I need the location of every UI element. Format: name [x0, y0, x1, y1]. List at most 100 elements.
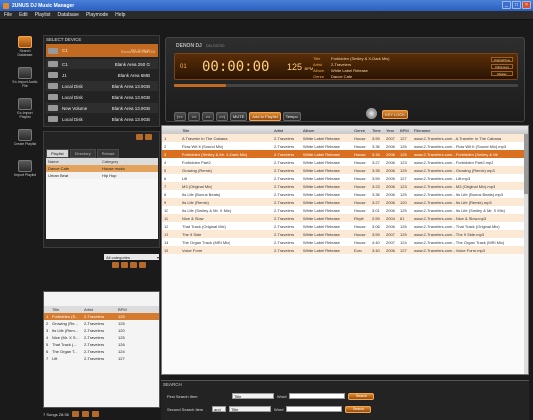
tab-reload[interactable]: Reload — [96, 149, 120, 158]
table-row[interactable]: 8 Its Life (Bonus Beats) 2-Travelers White … — [162, 190, 528, 198]
tracklist-row[interactable]: 7 Lift 2-Travelers 127 — [44, 355, 159, 362]
create-playlist-button[interactable]: Create Playlist — [12, 129, 38, 155]
device-row[interactable]: Local Disk Blank Area 13.9GB — [46, 92, 158, 102]
search-database-button[interactable]: Search Database — [12, 36, 38, 62]
table-cell: Its Life (Smiley & Mr. X Mix) — [182, 208, 232, 213]
scrollbar-thumb[interactable] — [524, 134, 528, 194]
maximize-button[interactable]: □ — [512, 1, 521, 9]
table-row[interactable]: 7 M3 (Original Mix) 2-Travelers White Label… — [162, 182, 528, 190]
device-row[interactable]: C1 50 Songs Blank Area 250 GB — [46, 44, 158, 57]
table-cell: A Traveler In The Cabana — [182, 136, 228, 141]
table-cell: House — [354, 136, 366, 141]
menu-help[interactable]: Help — [115, 12, 125, 18]
refresh-icon[interactable] — [136, 134, 143, 140]
next-button[interactable]: >>| — [216, 111, 228, 121]
tab-directory[interactable]: Directory — [69, 149, 96, 158]
add-icon[interactable] — [112, 262, 119, 268]
menu-playlist[interactable]: Playlist — [35, 12, 51, 18]
playlist-row[interactable]: Urban Beat Hip Hop — [46, 172, 158, 179]
menu-playmode[interactable]: Playmode — [86, 12, 108, 18]
playlist-row[interactable]: Dance Cafe House music — [46, 165, 158, 172]
import-audio-button[interactable]: Ex-Import Audio File — [12, 67, 38, 93]
export-icon[interactable] — [139, 262, 146, 268]
previous-button[interactable]: |<< — [174, 111, 186, 121]
search-button-2[interactable]: Search — [345, 405, 372, 413]
device-row[interactable]: C1 Blank Area 250 G — [46, 59, 158, 69]
menu-database[interactable]: Database — [58, 12, 79, 18]
up-icon[interactable] — [71, 411, 79, 417]
tempo-button[interactable]: Tempo — [282, 111, 301, 121]
table-row[interactable]: 6 Lift 2-Travelers White Label Release House… — [162, 174, 528, 182]
device-row[interactable]: Local Disk Blank Area 13.9GB — [46, 81, 158, 91]
search-word-1-input[interactable] — [289, 393, 346, 399]
key-lock-button[interactable]: KEY LOCK — [382, 110, 408, 119]
table-cell: That Track (Original Mix) — [182, 224, 226, 229]
table-row[interactable]: 15 Voice Form 2-Travelers White Label Relea… — [162, 246, 528, 254]
table-row[interactable]: 11 Nice & Slow 2-Travelers White Label Rele… — [162, 214, 528, 222]
search-word-2-input[interactable] — [286, 406, 343, 412]
table-row[interactable]: 2 Flow Wit It (Sound Mix) 2-Travelers White… — [162, 142, 528, 150]
table-row[interactable]: 14 The Organ Track (MRI Mix) 2-Travelers Wh… — [162, 238, 528, 246]
table-cell: White Label Release — [303, 248, 340, 253]
add-to-playlist-button[interactable]: Add to Playlist — [249, 111, 281, 121]
tracklist-row[interactable]: 6 The Organ T... 2-Travelers 124 — [44, 348, 159, 355]
table-cell: House — [354, 192, 366, 197]
forward-button[interactable]: >> — [202, 111, 214, 121]
table-row[interactable]: 1 A Traveler In The Cabana 2-Travelers Whit… — [162, 134, 528, 142]
minimize-button[interactable]: _ — [502, 1, 511, 9]
import-playlist-2-button[interactable]: Import Playlist — [12, 160, 38, 186]
table-row[interactable]: 3 Forbidden (Smiley & Mr. X-Dark Mix) 2-Tr… — [162, 150, 528, 158]
table-cell: 127 — [400, 136, 407, 141]
remove-icon[interactable] — [91, 411, 99, 417]
table-cell: 2006 — [386, 160, 395, 165]
table-cell: 2-Travelers — [274, 216, 295, 221]
table-row[interactable]: 9 Its Life (Remix) 2-Travelers White Label … — [162, 198, 528, 206]
close-button[interactable]: × — [522, 1, 531, 9]
device-row[interactable]: J1 Blank Area 6MB — [46, 70, 158, 80]
import-playlist-button[interactable]: Ex-Import Playlist — [12, 98, 38, 124]
table-row[interactable]: 12 That Track (Original Mix) 2-Travelers Wh… — [162, 222, 528, 230]
table-cell: 2006 — [386, 184, 395, 189]
tracklist-row[interactable]: 1 Forbidden (S... 2-Travelers 125 — [44, 313, 159, 320]
table-cell: 2006 — [386, 192, 395, 197]
device-row[interactable]: New Volume Blank Area 13.9GB — [46, 103, 158, 113]
table-cell: www.2-Travelers.com - The 9 Side.mp3 — [414, 232, 485, 237]
tracklist-row[interactable]: 2 Growing (Re... 2-Travelers 125 — [44, 320, 159, 327]
pitch-knob[interactable] — [366, 108, 377, 119]
category-filter[interactable]: All categories ▾ — [104, 254, 159, 260]
table-cell: 3:27 — [372, 200, 380, 205]
table-scrollbar[interactable] — [524, 134, 528, 374]
mute-button[interactable]: MUTE — [230, 111, 248, 121]
rewind-button[interactable]: << — [188, 111, 200, 121]
table-cell: 2-Travelers — [274, 160, 295, 165]
settings-icon[interactable] — [145, 134, 152, 140]
search-logic-select[interactable]: and — [212, 406, 226, 412]
menu-edit[interactable]: Edit — [19, 12, 28, 18]
table-cell: www.2-Travelers.com - Flow Wit It (Sound… — [414, 144, 507, 149]
tracklist-row[interactable]: 4 Nice (Mr. X S... 2-Travelers 125 — [44, 334, 159, 341]
table-cell: 3:59 — [372, 136, 380, 141]
cue-indicator: Original/Cue — [491, 57, 513, 62]
search-button-1[interactable]: Search — [348, 392, 375, 400]
table-cell: 4:40 — [372, 240, 380, 245]
table-row[interactable]: 4 Forbidden Part2 2-Travelers White Label R… — [162, 158, 528, 166]
menu-file[interactable]: File — [4, 12, 12, 18]
edit-icon[interactable] — [121, 262, 128, 268]
table-row[interactable]: 13 The 9 Side 2-Travelers White Label Relea… — [162, 230, 528, 238]
table-row[interactable]: 10 Its Life (Smiley & Mr. X Mix) 2-Travele… — [162, 206, 528, 214]
search-panel: SEARCH First Search Item Title Word Sear… — [161, 380, 529, 420]
tracklist-row[interactable]: 5 That Track (... 2-Travelers 126 — [44, 341, 159, 348]
delete-icon[interactable] — [130, 262, 137, 268]
down-icon[interactable] — [81, 411, 89, 417]
tracklist-row[interactable]: 3 Its Life (Rem... 2-Travelers 120 — [44, 327, 159, 334]
track-progress[interactable] — [174, 84, 518, 87]
search-field-1-select[interactable]: Title — [232, 393, 274, 399]
table-row[interactable]: 5 Growing (Remix) 2-Travelers White Label R… — [162, 166, 528, 174]
import-icon — [18, 160, 32, 172]
search-field-2-select[interactable]: Title — [229, 406, 271, 412]
table-header: Title Artist Album Genre Time Year BPM F… — [162, 126, 528, 134]
table-cell: Rhyth — [354, 216, 365, 221]
tab-playlist[interactable]: Playlist — [46, 149, 69, 158]
device-row[interactable]: Local Disk Blank Area 13.9GB — [46, 114, 158, 124]
table-cell: 8 — [164, 192, 167, 197]
